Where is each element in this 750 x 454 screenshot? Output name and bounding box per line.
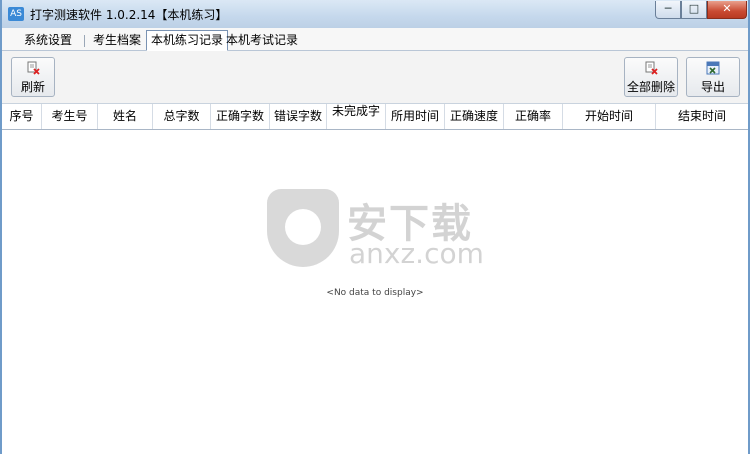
column-header-correct-chars[interactable]: 正确字数 xyxy=(211,104,270,129)
tab-system-settings[interactable]: 系统设置 xyxy=(20,31,76,50)
tab-local-practice-records[interactable]: 本机练习记录 xyxy=(146,30,229,51)
tab-student-records[interactable]: 考生档案 xyxy=(89,31,145,50)
column-header-end-time[interactable]: 结束时间 xyxy=(656,104,748,129)
refresh-button[interactable]: 刷新 xyxy=(11,57,55,97)
watermark-logo: 安下载 anxz.com xyxy=(267,185,487,275)
column-header-start-time[interactable]: 开始时间 xyxy=(563,104,656,129)
column-header-index[interactable]: 序号 xyxy=(2,104,42,129)
tab-separator xyxy=(84,35,85,47)
tab-bar: 系统设置 考生档案 本机练习记录 本机考试记录 xyxy=(2,28,748,51)
title-bar: AS 打字测速软件 1.0.2.14【本机练习】 ─ □ ✕ xyxy=(2,0,748,28)
minimize-button[interactable]: ─ xyxy=(655,1,681,19)
document-delete-icon xyxy=(645,61,658,75)
toolbar: 刷新 全部删除 导出 xyxy=(2,51,748,104)
delete-all-button[interactable]: 全部删除 xyxy=(624,57,678,97)
export-button[interactable]: 导出 xyxy=(686,57,740,97)
column-header-total-chars[interactable]: 总字数 xyxy=(153,104,211,129)
column-header-accuracy[interactable]: 正确率 xyxy=(504,104,563,129)
delete-all-label: 全部删除 xyxy=(626,80,675,94)
column-header-time-used[interactable]: 所用时间 xyxy=(386,104,445,129)
excel-export-icon xyxy=(706,61,720,75)
document-delete-icon xyxy=(27,61,40,75)
watermark-en-text: anxz.com xyxy=(349,237,484,270)
refresh-label: 刷新 xyxy=(20,80,45,94)
tab-local-exam-records[interactable]: 本机考试记录 xyxy=(222,31,302,50)
column-header-name[interactable]: 姓名 xyxy=(98,104,153,129)
column-header-wrong-chars[interactable]: 错误字数 xyxy=(270,104,327,129)
maximize-button[interactable]: □ xyxy=(681,1,707,19)
app-window: AS 打字测速软件 1.0.2.14【本机练习】 ─ □ ✕ 系统设置 考生档案… xyxy=(0,0,750,454)
watermark-shield-icon xyxy=(267,189,339,267)
empty-grid-message: <No data to display> xyxy=(326,288,424,298)
column-header-correct-speed[interactable]: 正确速度 xyxy=(445,104,504,129)
close-button[interactable]: ✕ xyxy=(707,1,747,19)
app-icon: AS xyxy=(8,7,24,21)
column-header-unfinished-chars[interactable]: 未完成字 xyxy=(327,104,386,129)
grid-header: 序号 考生号 姓名 总字数 正确字数 错误字数 未完成字 所用时间 正确速度 正… xyxy=(2,104,748,130)
grid-body: 安下载 anxz.com <No data to display> xyxy=(2,130,748,454)
column-header-student-id[interactable]: 考生号 xyxy=(42,104,98,129)
window-title: 打字测速软件 1.0.2.14【本机练习】 xyxy=(30,8,228,22)
export-label: 导出 xyxy=(700,80,725,94)
